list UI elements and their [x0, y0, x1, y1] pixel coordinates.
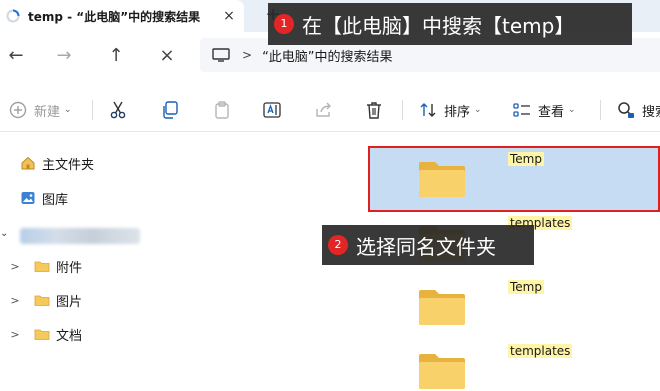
- chevron-down-icon: ⌄: [568, 105, 576, 115]
- search-icon: [618, 102, 634, 118]
- folder-icon: [419, 354, 465, 389]
- folder-icon: [34, 261, 50, 272]
- delete-button[interactable]: [364, 96, 384, 124]
- search-spinner-icon: [6, 9, 20, 23]
- new-label: 新建: [34, 104, 61, 120]
- chevron-right-icon[interactable]: >: [8, 260, 22, 273]
- clipboard-icon: [215, 101, 229, 119]
- view-icon: [513, 103, 530, 117]
- sidebar-item-label: 主文件夹: [42, 157, 95, 173]
- chevron-down-icon: ⌄: [474, 105, 482, 115]
- back-button[interactable]: ←: [2, 42, 30, 70]
- sidebar-item-gallery[interactable]: 图库: [20, 187, 68, 209]
- folder-icon: [34, 295, 50, 306]
- copy-button[interactable]: [160, 96, 180, 124]
- annotation-step-1: 1 在【此电脑】中搜索【temp】: [268, 3, 632, 45]
- chevron-down-icon: ⌄: [64, 105, 72, 115]
- tab-title: temp - “此电脑”中的搜索结果: [28, 9, 201, 24]
- sidebar-item-label: 附件: [56, 260, 83, 276]
- file-name: templates: [508, 344, 573, 358]
- file-name: Temp: [508, 280, 544, 294]
- sidebar-item-attachments[interactable]: > 附件: [8, 255, 82, 277]
- sidebar-item-label: 图库: [42, 192, 69, 208]
- paste-button[interactable]: [212, 96, 232, 124]
- view-label: 查看: [538, 104, 565, 120]
- share-button[interactable]: [314, 96, 334, 124]
- step-number-badge: 1: [274, 14, 294, 34]
- up-button[interactable]: ↑: [102, 42, 130, 70]
- cut-button[interactable]: [108, 96, 128, 124]
- search-options-label: 搜索: [642, 104, 660, 120]
- search-options-button[interactable]: 搜索: [616, 96, 660, 124]
- tab-search-results[interactable]: temp - “此电脑”中的搜索结果 ×: [0, 0, 244, 32]
- scissors-icon: [110, 101, 126, 119]
- chevron-right-icon[interactable]: >: [8, 294, 22, 307]
- gallery-icon: [21, 192, 35, 204]
- file-item[interactable]: Temp: [370, 278, 570, 338]
- rename-button[interactable]: [262, 96, 282, 124]
- sidebar-item-label: 文档: [56, 328, 83, 344]
- toolbar-divider: [600, 100, 601, 120]
- toolbar-divider: [402, 100, 403, 120]
- folder-icon: [419, 162, 465, 197]
- annotation-text: 在【此电脑】中搜索【temp】: [302, 13, 575, 38]
- chevron-right-icon[interactable]: >: [8, 328, 22, 341]
- rename-icon: [263, 102, 281, 118]
- annotation-step-2: 2 选择同名文件夹: [322, 225, 534, 265]
- annotation-text: 选择同名文件夹: [356, 234, 496, 259]
- new-button[interactable]: 新建 ⌄: [8, 96, 72, 124]
- navigation-pane: 主文件夹 图库 ⌄ > 附件 > 图片 > 文档: [0, 140, 330, 391]
- sort-button[interactable]: 排序 ⌄: [418, 96, 482, 124]
- sort-label: 排序: [444, 104, 471, 120]
- command-bar: 新建 ⌄ 排序 ⌄ 查看 ⌄ 搜: [0, 88, 660, 132]
- tab-close-button[interactable]: ×: [219, 6, 239, 26]
- file-item[interactable]: Temp: [370, 150, 570, 210]
- view-button[interactable]: 查看 ⌄: [512, 96, 576, 124]
- home-icon: [21, 156, 35, 170]
- folder-icon: [34, 329, 50, 340]
- sidebar-item-home[interactable]: 主文件夹: [20, 152, 94, 174]
- file-item[interactable]: templates: [370, 342, 573, 391]
- sidebar-item-pictures[interactable]: > 图片: [8, 289, 82, 311]
- toolbar-divider: [92, 100, 93, 120]
- sidebar-item-documents[interactable]: > 文档: [8, 323, 82, 345]
- share-icon: [316, 102, 331, 117]
- computer-icon: [212, 48, 230, 62]
- sidebar-item-label: 图片: [56, 294, 83, 310]
- search-results-pane: Temp templates Temp templates: [330, 140, 660, 391]
- plus-circle-icon: [9, 101, 27, 119]
- sort-icon: [420, 103, 436, 117]
- breadcrumb-separator: >: [242, 48, 253, 62]
- step-number-badge: 2: [328, 235, 348, 255]
- trash-icon: [367, 102, 381, 119]
- sidebar-item-redacted[interactable]: [20, 228, 140, 244]
- close-search-button[interactable]: ×: [153, 42, 181, 70]
- forward-button[interactable]: →: [50, 42, 78, 70]
- address-text: “此电脑”中的搜索结果: [262, 49, 393, 65]
- copy-icon: [163, 101, 178, 119]
- file-name: Temp: [508, 152, 544, 166]
- folder-icon: [419, 290, 465, 325]
- collapse-chevron-icon[interactable]: ⌄: [0, 228, 10, 244]
